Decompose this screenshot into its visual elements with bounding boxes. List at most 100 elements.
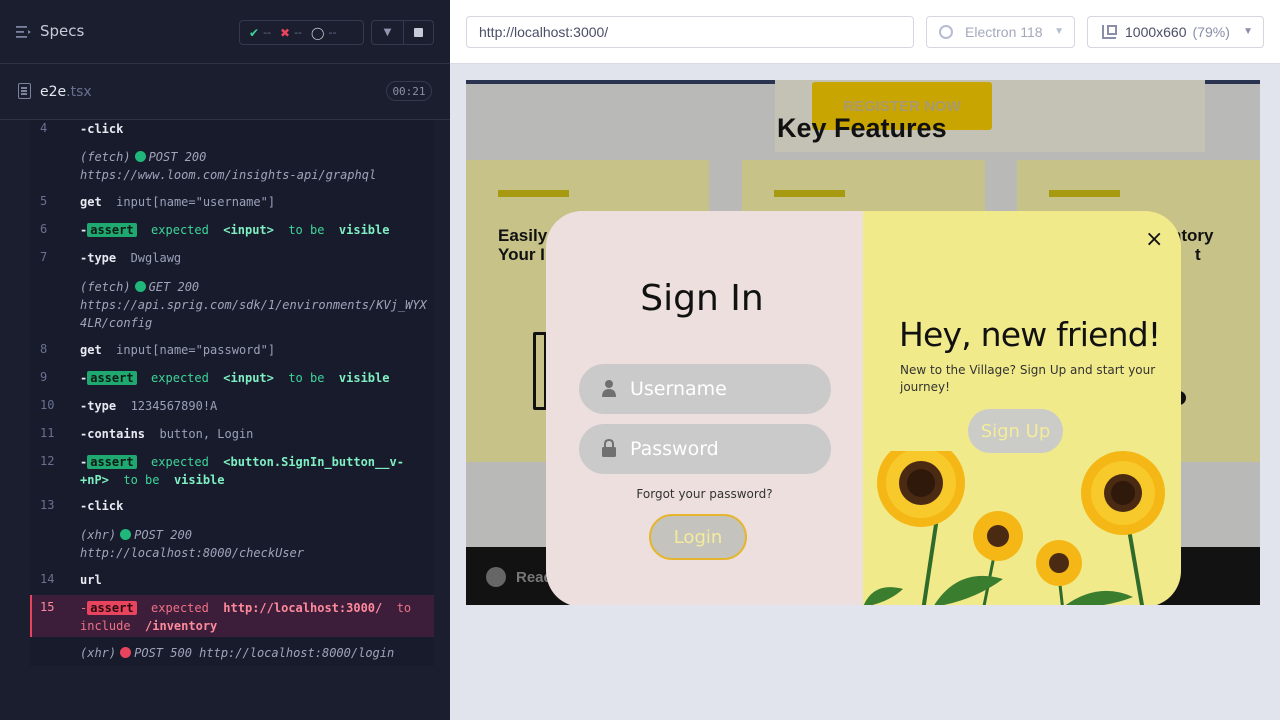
x-icon: ✖ (280, 25, 291, 40)
command-arg: 1234567890!A (130, 399, 218, 413)
preview-panel: http://localhost:3000/ Electron 118 ▼ 10… (450, 0, 1280, 720)
username-placeholder: Username (630, 378, 727, 400)
viewport-size: 1000x660 (1125, 24, 1187, 40)
line-number: 8 (40, 342, 48, 356)
assert-text: expected (151, 223, 209, 237)
assert-subject: <input> (223, 371, 274, 385)
command-log: 4 -click (fetch) POST 200 https://www.loo… (30, 120, 434, 666)
signup-pane: Hey, new friend! New to the Village? Sig… (863, 211, 1181, 605)
assert-subject: http://localhost:3000/ (223, 601, 383, 615)
request-type: (fetch) (80, 280, 131, 294)
feature-title: Easily Your I (498, 226, 547, 264)
assert-text: expected (151, 601, 209, 615)
specs-title[interactable]: Specs (40, 22, 84, 40)
spec-file-header: e2e.tsx 00:21 (0, 64, 450, 120)
signin-modal: Sign In Username Password Forgot your pa (546, 211, 1181, 605)
pending-stat: ◯ -- (311, 26, 336, 40)
signin-pane: Sign In Username Password Forgot your pa (546, 211, 863, 605)
assert-text: to be (288, 223, 325, 237)
command-arg: input[name="password"] (116, 343, 276, 357)
failed-count: -- (294, 26, 303, 39)
assert-value: visible (173, 473, 225, 487)
viewport-icon (1102, 25, 1117, 39)
file-extension: .tsx (66, 84, 92, 100)
request-type: (xhr) (80, 528, 117, 542)
chevron-down-icon: ▼ (1054, 26, 1064, 37)
check-icon: ✔ (249, 25, 260, 40)
features-heading: Key Features (777, 113, 947, 143)
request-url-cont: 4LR/config (80, 316, 153, 330)
request-type: (xhr) (80, 646, 117, 660)
spinner-icon: ◯ (311, 25, 325, 40)
viewport-selector[interactable]: 1000x660 (79%) ▼ (1087, 16, 1264, 48)
signup-button[interactable]: Sign Up (968, 409, 1063, 453)
zoom-level: (79%) (1192, 24, 1230, 40)
reporter-panel: Specs ✔ -- ✖ -- ◯ -- ▼ e2e.tsx 00:21 4 -… (0, 0, 450, 720)
feature-title-line: Your I (498, 245, 545, 264)
request-status: GET 200 (148, 280, 200, 294)
browser-icon (939, 25, 953, 39)
passed-count: -- (263, 26, 272, 39)
browser-selector[interactable]: Electron 118 ▼ (926, 16, 1075, 48)
username-field[interactable]: Username (579, 364, 831, 414)
pending-count: -- (328, 26, 337, 39)
request-url: https://www.loom.com/insights-api/graphq… (80, 168, 377, 182)
user-icon (602, 380, 616, 397)
specs-list-icon[interactable] (16, 25, 32, 39)
assert-value: /inventory (145, 619, 218, 633)
failed-assert-row[interactable]: 15 - assert expected http://localhost:300… (30, 595, 434, 637)
command-name: -click (80, 122, 124, 136)
feature-image-icon (533, 332, 547, 410)
assert-value: visible (338, 371, 390, 385)
assert-text: expected (151, 455, 209, 469)
stop-icon (414, 28, 423, 37)
line-number: 15 (40, 600, 55, 614)
request-status: POST 500 (134, 646, 192, 660)
command-name: -click (80, 499, 124, 513)
browser-name: Electron 118 (965, 24, 1043, 40)
assert-text: to be (288, 371, 325, 385)
assert-badge: assert (87, 455, 137, 469)
command-arg: Dwglawg (130, 251, 182, 265)
assert-value: visible (338, 223, 390, 237)
command-arg: input[name="username"] (116, 195, 276, 209)
runner-options-button[interactable]: ▼ (371, 20, 404, 45)
failed-stat: ✖ -- (280, 26, 302, 40)
file-icon (18, 83, 31, 99)
password-field[interactable]: Password (579, 424, 831, 474)
command-name: get (80, 343, 102, 357)
assert-subject-cont: +nP> (80, 473, 109, 487)
assert-text: expected (151, 371, 209, 385)
line-number: 4 (40, 121, 48, 135)
avatar (486, 567, 506, 587)
feature-accent (1049, 190, 1120, 197)
line-number: 7 (40, 250, 48, 264)
line-number: 12 (40, 454, 55, 468)
status-dot-icon (120, 529, 132, 540)
stop-button[interactable] (404, 20, 434, 45)
feature-accent (774, 190, 845, 197)
assert-text: to be (123, 473, 160, 487)
spec-file-name[interactable]: e2e.tsx (40, 84, 92, 100)
footer-user: Read (486, 567, 553, 587)
line-number: 6 (40, 222, 48, 236)
line-number: 5 (40, 194, 48, 208)
feature-accent (498, 190, 569, 197)
close-icon[interactable]: × (1145, 228, 1163, 252)
assert-subject: <input> (223, 223, 274, 237)
line-number: 10 (40, 398, 55, 412)
status-dot-icon (120, 647, 132, 658)
request-url: http://localhost:8000/login (199, 646, 395, 660)
status-dot-icon (134, 151, 146, 162)
chevron-down-icon: ▼ (1243, 26, 1253, 37)
specs-header: Specs ✔ -- ✖ -- ◯ -- ▼ (0, 0, 450, 64)
request-type: (fetch) (80, 150, 131, 164)
sunflowers-illustration (863, 451, 1165, 605)
forgot-password-link[interactable]: Forgot your password? (546, 487, 863, 501)
url-field[interactable]: http://localhost:3000/ (466, 16, 914, 48)
request-status: POST 200 (134, 528, 192, 542)
run-stats: ✔ -- ✖ -- ◯ -- (239, 20, 364, 45)
assert-badge: assert (87, 601, 137, 615)
command-arg: button, Login (159, 427, 254, 441)
login-button[interactable]: Login (649, 514, 747, 560)
